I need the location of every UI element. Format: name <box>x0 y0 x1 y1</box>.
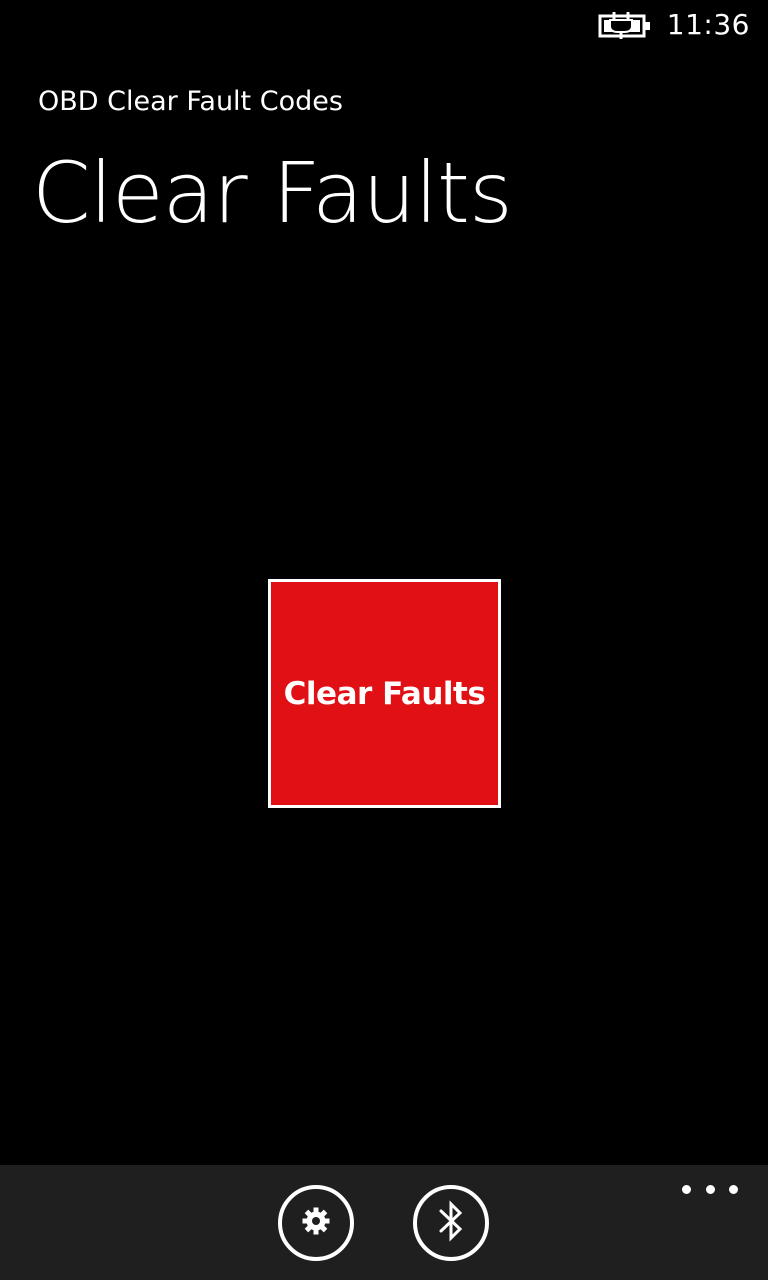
more-options-button[interactable] <box>682 1181 738 1197</box>
bluetooth-icon <box>434 1199 468 1247</box>
settings-button[interactable] <box>278 1185 354 1261</box>
bluetooth-button[interactable] <box>413 1185 489 1261</box>
ellipsis-dot <box>682 1184 691 1194</box>
ellipsis-dot <box>729 1184 738 1194</box>
app-bar <box>0 1165 768 1280</box>
status-bar: 11:36 <box>0 0 768 52</box>
page-title: Clear Faults <box>32 144 513 242</box>
clock: 11:36 <box>666 8 750 41</box>
gear-icon <box>299 1204 333 1242</box>
clear-faults-button-label: Clear Faults <box>283 675 486 712</box>
ellipsis-dot <box>705 1184 715 1194</box>
app-title: OBD Clear Fault Codes <box>38 86 343 117</box>
clear-faults-button[interactable]: Clear Faults <box>268 579 501 808</box>
battery-charging-icon <box>598 12 652 40</box>
